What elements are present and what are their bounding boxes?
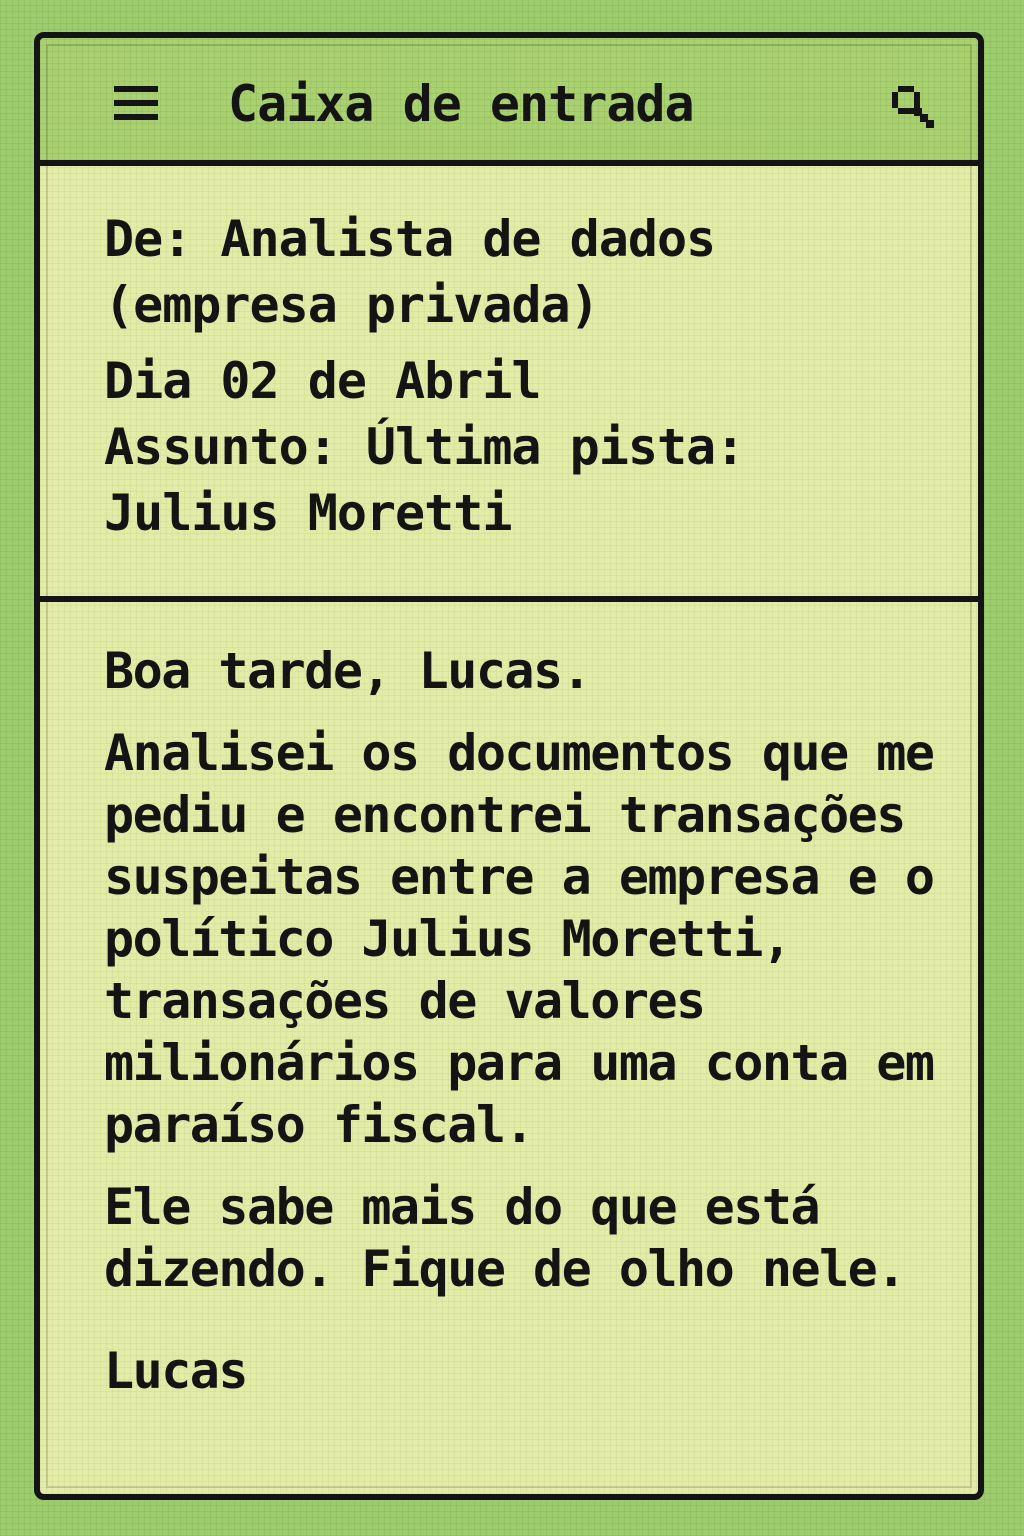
email-body: Boa tarde, Lucas. Analisei os documentos… [40,602,978,1422]
email-signature: Lucas [104,1342,249,1400]
email-header: De: Analista de dados (empresa privada) … [40,166,978,602]
email-screen: Caixa de entrada De: Analista de dados (… [34,32,984,1500]
email-paragraph-2: Ele sabe mais do que está dizendo. Fique… [104,1178,906,1298]
email-subject: Assunto: Última pista: Julius Moretti [104,418,745,542]
search-button[interactable] [884,78,944,138]
email-from: De: Analista de dados (empresa privada) [104,210,716,334]
email-date: Dia 02 de Abril [104,352,542,410]
search-icon [892,86,934,128]
app-header: Caixa de entrada [40,38,978,166]
email-greeting: Boa tarde, Lucas. [104,642,592,700]
email-paragraph-1: Analisei os documentos que me pediu e en… [104,724,935,1154]
menu-button[interactable] [110,82,164,124]
page-title: Caixa de entrada [228,75,695,133]
